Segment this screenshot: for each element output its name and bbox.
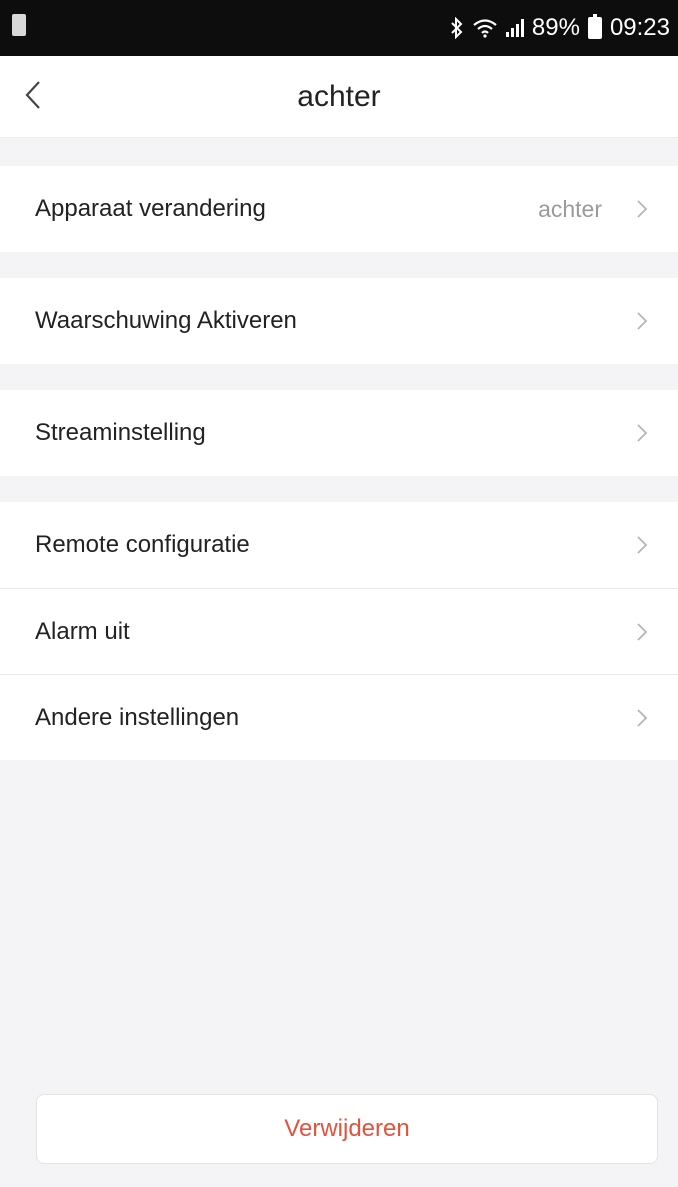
- chevron-right-icon: [636, 620, 650, 644]
- device-change-label: Apparaat verandering: [35, 195, 266, 222]
- signal-icon: [505, 19, 524, 37]
- remote-config-row[interactable]: Remote configuratie: [0, 502, 678, 588]
- chevron-right-icon: [636, 197, 650, 221]
- battery-percent: 89%: [531, 14, 580, 41]
- alarm-off-row[interactable]: Alarm uit: [0, 588, 678, 674]
- clock: 09:23: [609, 14, 670, 41]
- chevron-right-icon: [636, 533, 650, 557]
- page-title: achter: [297, 79, 381, 113]
- sd-card-icon: [12, 14, 26, 36]
- status-icons: 89% 09:23: [450, 0, 670, 56]
- chevron-right-icon: [636, 421, 650, 445]
- alert-activate-row[interactable]: Waarschuwing Aktiveren: [0, 278, 678, 364]
- other-settings-row[interactable]: Andere instellingen: [0, 674, 678, 760]
- chevron-right-icon: [636, 309, 650, 333]
- stream-setting-row[interactable]: Streaminstelling: [0, 390, 678, 476]
- settings-group-stream: Streaminstelling: [0, 390, 678, 476]
- back-button[interactable]: [24, 74, 64, 120]
- alert-activate-label: Waarschuwing Aktiveren: [35, 307, 297, 334]
- chevron-right-icon: [636, 706, 650, 730]
- alarm-off-label: Alarm uit: [35, 617, 130, 645]
- device-change-value: achter: [538, 195, 602, 222]
- delete-button[interactable]: Verwijderen: [36, 1094, 658, 1164]
- other-settings-label: Andere instellingen: [35, 703, 240, 731]
- settings-group-device: Apparaat verandering achter: [0, 166, 678, 252]
- status-bar: 89% 09:23: [0, 0, 678, 56]
- device-change-row[interactable]: Apparaat verandering achter: [0, 166, 678, 252]
- wifi-icon: [472, 18, 498, 38]
- settings-group-other: Remote configuratie Alarm uit Andere ins…: [0, 502, 678, 760]
- header: achter: [0, 56, 678, 138]
- battery-icon: [587, 14, 602, 39]
- bluetooth-icon: [450, 17, 464, 39]
- stream-setting-label: Streaminstelling: [35, 419, 206, 446]
- remote-config-label: Remote configuratie: [35, 531, 250, 558]
- chevron-left-icon: [24, 80, 42, 115]
- settings-group-alert: Waarschuwing Aktiveren: [0, 278, 678, 364]
